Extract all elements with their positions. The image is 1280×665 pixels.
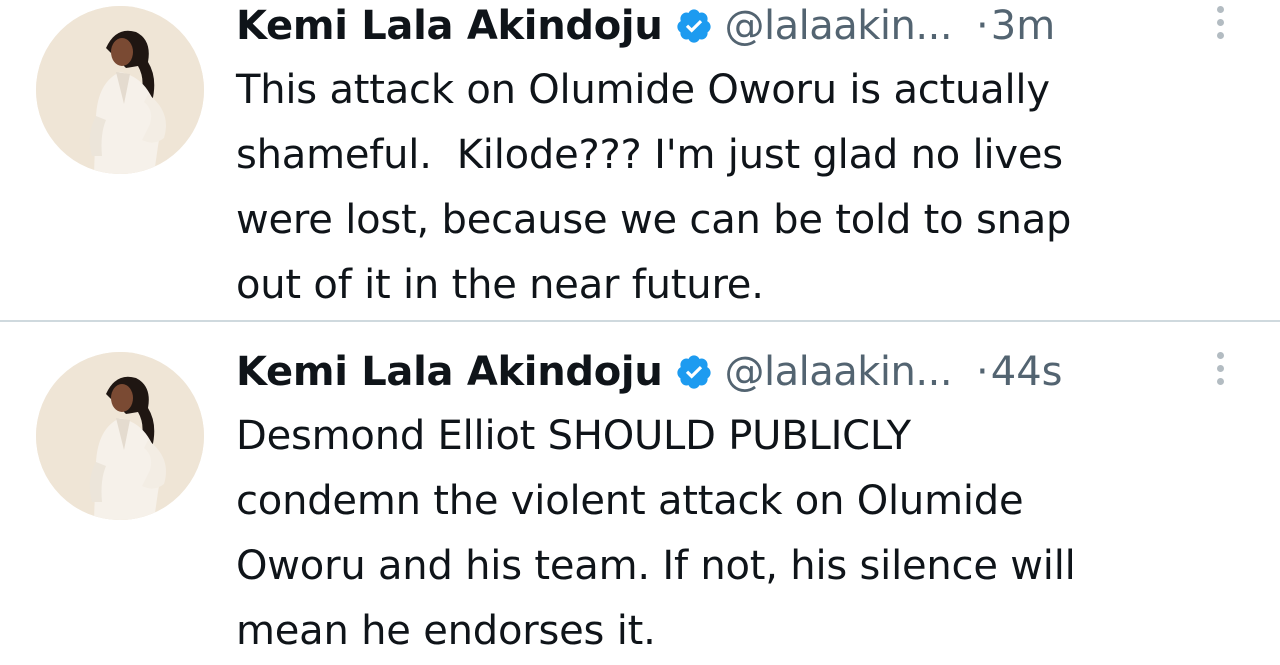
tweet-content: Kemi Lala Akindoju @lalaakin... · 3m Thi… — [236, 0, 1236, 318]
tweet-text: This attack on Olumide Oworu is actually… — [236, 58, 1216, 318]
dot-separator: · — [976, 3, 989, 49]
tweet-card[interactable]: Kemi Lala Akindoju @lalaakin... · 44s De… — [0, 322, 1280, 665]
tweet-text-line: condemn the violent attack on Olumide — [236, 478, 1024, 524]
tweet-text-line: were lost, because we can be told to sna… — [236, 197, 1072, 243]
avatar[interactable] — [36, 352, 204, 520]
tweet-text-line: Oworu and his team. If not, his silence … — [236, 543, 1076, 589]
tweet-timestamp[interactable]: 3m — [991, 0, 1055, 52]
tweet-text-line: This attack on Olumide Oworu is actually — [236, 67, 1050, 113]
more-vertical-icon[interactable] — [1210, 352, 1230, 392]
tweet-content: Kemi Lala Akindoju @lalaakin... · 44s De… — [236, 346, 1236, 664]
tweet-timestamp[interactable]: 44s — [991, 346, 1063, 398]
tweet-text-line: mean he endorses it. — [236, 608, 656, 654]
tweet-card[interactable]: Kemi Lala Akindoju @lalaakin... · 3m Thi… — [0, 0, 1280, 320]
more-vertical-icon[interactable] — [1210, 6, 1230, 46]
tweet-text: Desmond Elliot SHOULD PUBLICLY condemn t… — [236, 404, 1226, 664]
avatar-photo — [36, 352, 204, 520]
tweet-text-line: shameful. Kilode??? I'm just glad no liv… — [236, 132, 1063, 178]
verified-badge-icon — [675, 353, 713, 391]
author-handle[interactable]: @lalaakin... — [725, 0, 953, 52]
avatar-photo — [36, 6, 204, 174]
verified-badge-icon — [675, 7, 713, 45]
tweet-text-line: Desmond Elliot SHOULD PUBLICLY — [236, 413, 911, 459]
author-name[interactable]: Kemi Lala Akindoju — [236, 346, 663, 398]
tweet-header: Kemi Lala Akindoju @lalaakin... · 3m — [236, 0, 1236, 52]
avatar[interactable] — [36, 6, 204, 174]
author-handle[interactable]: @lalaakin... — [725, 346, 953, 398]
tweet-header: Kemi Lala Akindoju @lalaakin... · 44s — [236, 346, 1236, 398]
dot-separator: · — [976, 349, 989, 395]
author-name[interactable]: Kemi Lala Akindoju — [236, 0, 663, 52]
tweet-text-line: out of it in the near future. — [236, 262, 764, 308]
